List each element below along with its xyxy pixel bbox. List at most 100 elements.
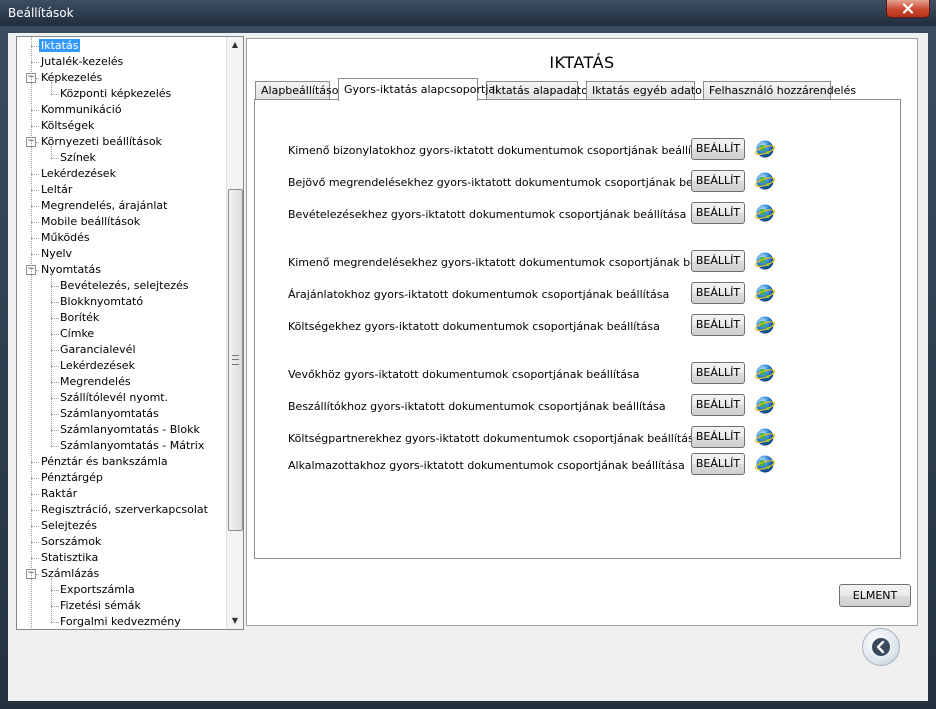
- tree-item[interactable]: Számlanyomtatás: [58, 406, 161, 422]
- tree-item[interactable]: Címke: [58, 326, 96, 342]
- globe-icon[interactable]: [755, 315, 775, 335]
- tree-item[interactable]: Nyelv: [39, 246, 74, 262]
- tree-connector: [31, 46, 39, 47]
- setting-row-label: Kimenő bizonylatokhoz gyors-iktatott dok…: [288, 144, 715, 157]
- tree-connector: [31, 62, 39, 63]
- set-button[interactable]: BEÁLLÍT: [691, 250, 745, 272]
- tree-item[interactable]: Költségek: [39, 118, 96, 134]
- save-button[interactable]: ELMENT: [839, 584, 911, 607]
- globe-icon[interactable]: [755, 139, 775, 159]
- back-button[interactable]: [862, 628, 900, 666]
- tree-item[interactable]: Leltár: [39, 182, 74, 198]
- globe-icon[interactable]: [755, 427, 775, 447]
- tree-item[interactable]: Mobile beállítások: [39, 214, 142, 230]
- globe-icon[interactable]: [755, 363, 775, 383]
- tree-item-label: Megrendelés: [60, 375, 131, 388]
- tree-connector: [51, 350, 59, 351]
- scroll-up-button[interactable]: ▲: [227, 37, 243, 53]
- tree-item-label: Raktár: [41, 487, 78, 500]
- tree-item-label: Leltár: [41, 183, 73, 196]
- set-button[interactable]: BEÁLLÍT: [691, 282, 745, 304]
- tab-4[interactable]: Felhasználó hozzárendelés: [703, 81, 856, 100]
- scroll-thumb[interactable]: [228, 189, 243, 531]
- tree-item-label: Szállítólevél nyomt.: [60, 391, 169, 404]
- window-title: Beállítások: [8, 6, 74, 20]
- close-icon: [902, 3, 914, 14]
- tree-connector: [31, 462, 39, 463]
- set-button[interactable]: BEÁLLÍT: [691, 394, 745, 416]
- tree-connector: [51, 382, 59, 383]
- tree-item[interactable]: Forgalmi kedvezmény: [58, 614, 183, 629]
- tree-item[interactable]: Bevételezés, selejtezés: [58, 278, 191, 294]
- tree-item[interactable]: Regisztráció, szerverkapcsolat: [39, 502, 210, 518]
- tree-item[interactable]: Exportszámla: [58, 582, 137, 598]
- settings-panel: IKTATÁS Alapbeállítások Gyors-iktatás ala…: [246, 38, 918, 626]
- tree-item[interactable]: Környezeti beállítások: [39, 134, 164, 150]
- tree-item[interactable]: Pénztárgép: [39, 470, 105, 486]
- tree-item[interactable]: Megrendelés: [58, 374, 133, 390]
- tree-item[interactable]: Lekérdezések: [58, 358, 137, 374]
- tree-item[interactable]: Számlanyomtatás - Blokk: [58, 422, 202, 438]
- setting-row: Kimenő megrendelésekhez gyors-iktatott d…: [255, 250, 900, 276]
- tree-connector: [51, 334, 59, 335]
- tab-0[interactable]: Alapbeállítások: [255, 81, 345, 100]
- tree-item[interactable]: Szállítólevél nyomt.: [58, 390, 170, 406]
- tree-connector: [51, 94, 59, 95]
- set-button[interactable]: BEÁLLÍT: [691, 170, 745, 192]
- tree-item[interactable]: Fizetési sémák: [58, 598, 143, 614]
- set-button[interactable]: BEÁLLÍT: [691, 362, 745, 384]
- tree-item[interactable]: Megrendelés, árajánlat: [39, 198, 169, 214]
- tree-item[interactable]: Boríték: [58, 310, 101, 326]
- globe-icon[interactable]: [755, 203, 775, 223]
- title-bar: Beállítások: [0, 0, 936, 26]
- tree-item[interactable]: Működés: [39, 230, 92, 246]
- globe-icon[interactable]: [755, 251, 775, 271]
- set-button[interactable]: BEÁLLÍT: [691, 138, 745, 160]
- tree-item-label: Garancialevél: [60, 343, 136, 356]
- tree-item[interactable]: Nyomtatás: [39, 262, 103, 278]
- tree-connector: [31, 222, 39, 223]
- tree-item[interactable]: Raktár: [39, 486, 79, 502]
- tree-item[interactable]: Képkezelés: [39, 70, 104, 86]
- tree-item[interactable]: Lekérdezések: [39, 166, 118, 182]
- tree-item[interactable]: Statisztika: [39, 550, 100, 566]
- tree-item[interactable]: Blokknyomtató: [58, 294, 145, 310]
- set-button[interactable]: BEÁLLÍT: [691, 314, 745, 336]
- globe-icon[interactable]: [755, 171, 775, 191]
- set-button[interactable]: BEÁLLÍT: [691, 426, 745, 448]
- tree-item[interactable]: Számlázás: [39, 566, 101, 582]
- tab-3[interactable]: Iktatás egyéb adatok: [586, 81, 708, 100]
- tree-item[interactable]: Iktatás: [39, 38, 81, 54]
- set-button[interactable]: BEÁLLÍT: [691, 202, 745, 224]
- settings-tree[interactable]: Iktatás Jutalék-kezelés Képkezelés − Központ…: [16, 36, 244, 630]
- tree-item[interactable]: Selejtezés: [39, 518, 99, 534]
- tree-connector: [51, 606, 59, 607]
- setting-row-label: Kimenő megrendelésekhez gyors-iktatott d…: [288, 256, 737, 269]
- close-button[interactable]: [886, 0, 930, 18]
- tree-item-label: Kommunikáció: [41, 103, 122, 116]
- globe-icon[interactable]: [755, 283, 775, 303]
- tree-connector: [51, 274, 52, 446]
- tree-item-label: Költségek: [41, 119, 95, 132]
- tree-item-label: Színek: [60, 151, 96, 164]
- tab-1[interactable]: Gyors-iktatás alapcsoportjai: [338, 78, 498, 101]
- tree-item[interactable]: Jutalék-kezelés: [39, 54, 125, 70]
- tree-item-label: Számlázás: [41, 567, 100, 580]
- tree-item[interactable]: Központi képkezelés: [58, 86, 173, 102]
- tree-item-label: Mobile beállítások: [41, 215, 141, 228]
- tree-item[interactable]: Kommunikáció: [39, 102, 124, 118]
- tree-item[interactable]: Színek: [58, 150, 98, 166]
- set-button[interactable]: BEÁLLÍT: [691, 453, 745, 475]
- tab-2[interactable]: Iktatás alapadatok: [486, 81, 594, 100]
- globe-icon[interactable]: [755, 454, 775, 474]
- tree-item-label: Sorszámok: [41, 535, 102, 548]
- tree-item[interactable]: Garancialevél: [58, 342, 138, 358]
- tree-item[interactable]: Számlanyomtatás - Mátrix: [58, 438, 206, 454]
- tree-scrollbar[interactable]: ▲ ▼: [226, 37, 243, 629]
- tree-connector: [31, 126, 39, 127]
- scroll-down-button[interactable]: ▼: [227, 613, 243, 629]
- tree-item[interactable]: Pénztár és bankszámla: [39, 454, 170, 470]
- tree-item[interactable]: Sorszámok: [39, 534, 103, 550]
- setting-row-label: Bejövő megrendelésekhez gyors-iktatott d…: [288, 176, 733, 189]
- globe-icon[interactable]: [755, 395, 775, 415]
